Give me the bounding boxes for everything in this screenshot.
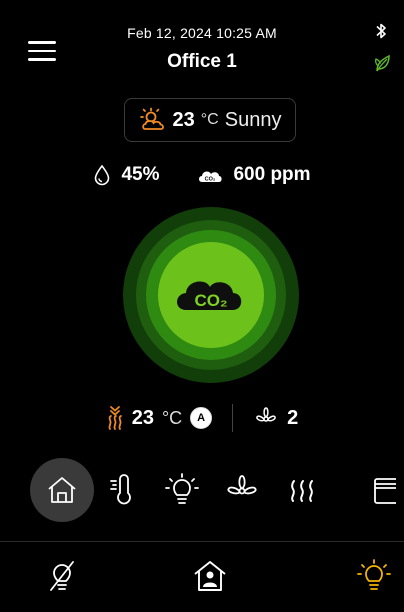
room-title: Office 1 bbox=[167, 51, 237, 72]
mode-blinds-button[interactable] bbox=[362, 458, 404, 522]
fan-icon bbox=[227, 475, 257, 495]
light-off-button[interactable] bbox=[38, 552, 86, 600]
co2-cloud-icon: CO₂ bbox=[199, 171, 223, 182]
metrics-row: 45% CO₂ 600 ppm bbox=[0, 164, 404, 186]
heating-temperature: 23 bbox=[131, 406, 154, 429]
light-off-icon bbox=[50, 561, 74, 591]
datetime: Feb 12, 2024 10:25 AM bbox=[127, 25, 277, 41]
fan-icon[interactable] bbox=[253, 405, 279, 431]
home-occupied-icon bbox=[194, 561, 226, 591]
leaf-icon bbox=[374, 54, 390, 72]
mode-heating-button[interactable] bbox=[270, 458, 334, 522]
weather-card[interactable]: 23 °C Sunny bbox=[124, 98, 296, 142]
blinds-icon bbox=[374, 478, 396, 504]
co2-label: CO₂ bbox=[194, 291, 227, 310]
home-icon bbox=[48, 477, 76, 503]
light-on-icon bbox=[357, 559, 391, 590]
fan-level: 2 bbox=[287, 406, 299, 429]
light-bulb-icon bbox=[165, 473, 199, 504]
humidity-value: 45% bbox=[121, 164, 160, 185]
water-drop-icon bbox=[95, 164, 110, 186]
bottom-divider bbox=[0, 541, 404, 542]
co2-value: 600 ppm bbox=[233, 164, 311, 185]
thermometer-icon bbox=[110, 474, 131, 505]
weather-condition: Sunny bbox=[224, 108, 282, 131]
heating-unit: °C bbox=[161, 407, 183, 428]
bluetooth-icon bbox=[376, 23, 386, 39]
co2-group: CO₂ 600 ppm bbox=[197, 164, 311, 186]
air-quality-indicator[interactable]: CO₂ bbox=[122, 206, 300, 384]
mode-light-button[interactable] bbox=[150, 458, 214, 522]
mode-fan-button[interactable] bbox=[210, 458, 274, 522]
heating-icon[interactable] bbox=[106, 405, 124, 431]
mode-thermometer-button[interactable] bbox=[90, 458, 154, 522]
humidity-group: 45% bbox=[93, 164, 159, 186]
menu-line bbox=[28, 41, 56, 44]
weather-temperature: 23 bbox=[172, 108, 195, 131]
mode-bar bbox=[0, 458, 404, 522]
light-on-button[interactable] bbox=[350, 552, 398, 600]
control-divider bbox=[232, 404, 234, 432]
weather-unit: °C bbox=[200, 111, 219, 128]
partly-sunny-icon bbox=[139, 107, 164, 130]
heating-icon bbox=[291, 480, 313, 502]
bottom-nav bbox=[0, 552, 404, 602]
mode-home-button[interactable] bbox=[30, 458, 94, 522]
svg-text:CO₂: CO₂ bbox=[205, 176, 216, 182]
climate-controls: 23 °C A 2 bbox=[0, 398, 404, 438]
occupancy-home-button[interactable] bbox=[186, 552, 234, 600]
auto-mode-badge[interactable]: A bbox=[190, 407, 213, 429]
